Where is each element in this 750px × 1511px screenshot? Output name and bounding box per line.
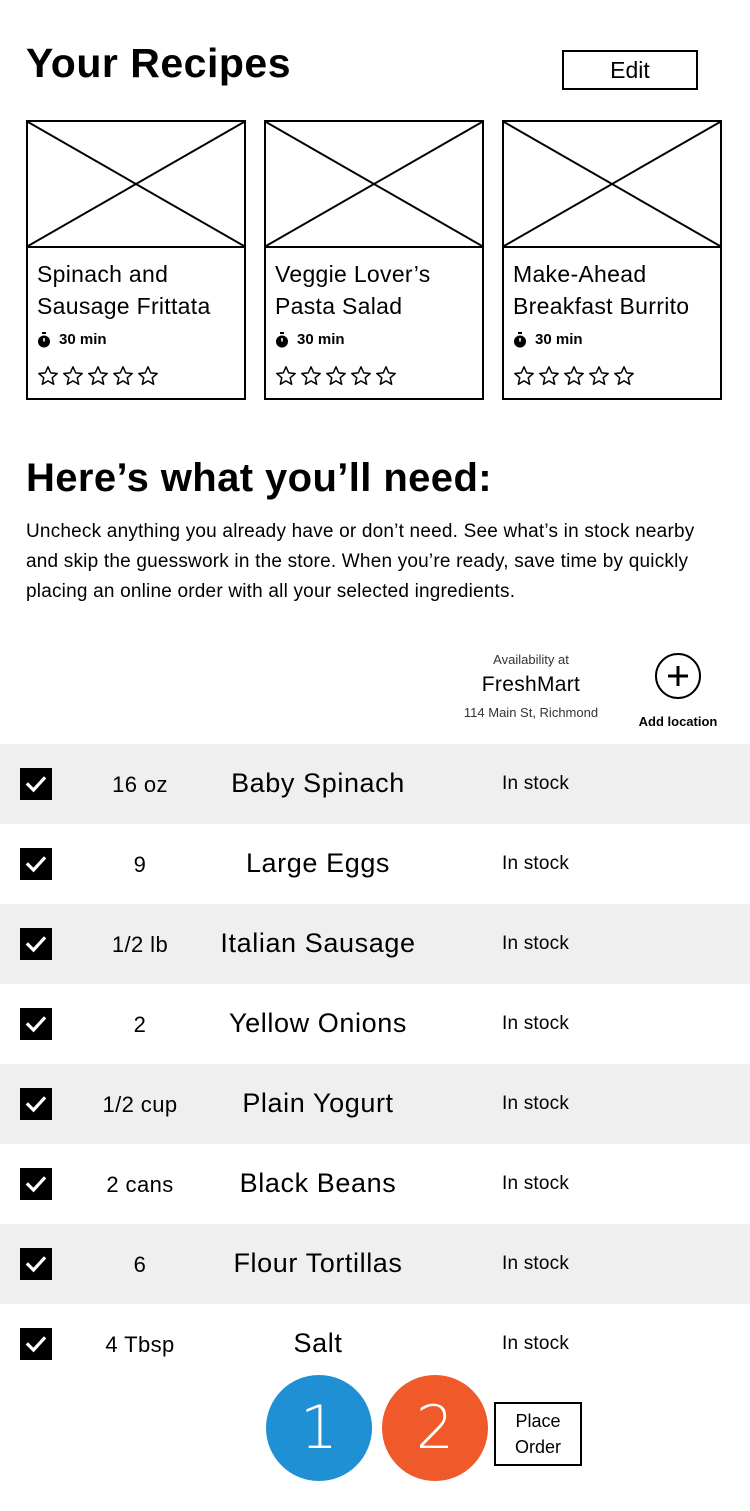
availability-label: Availability at	[493, 652, 569, 667]
recipe-time-label: 30 min	[297, 331, 345, 348]
recipe-name: Spinach and Sausage Frittata	[37, 261, 211, 319]
recipe-count-badge-2[interactable]: 2	[382, 1375, 488, 1481]
recipe-name: Veggie Lover’s Pasta Salad	[275, 261, 431, 319]
ingredient-quantity: 1/2 lb	[111, 932, 169, 957]
recipe-time-label: 30 min	[535, 331, 583, 348]
ingredient-quantity: 9	[133, 852, 147, 877]
recipe-time: 30 min	[513, 331, 583, 348]
stock-status: In stock	[502, 1253, 570, 1274]
star-outline-icon[interactable]	[588, 365, 610, 387]
add-location-label[interactable]: Add location	[630, 714, 726, 729]
ingredient-checkbox[interactable]	[20, 1248, 52, 1280]
checkmark-icon	[25, 1096, 47, 1113]
star-outline-icon[interactable]	[375, 365, 397, 387]
star-outline-icon[interactable]	[513, 365, 535, 387]
star-outline-icon[interactable]	[325, 365, 347, 387]
stopwatch-icon	[38, 331, 50, 347]
stock-status: In stock	[502, 773, 570, 794]
star-outline-icon[interactable]	[300, 365, 322, 387]
star-outline-icon[interactable]	[37, 365, 59, 387]
place-order-button[interactable]: Place Order	[494, 1402, 582, 1466]
recipe-name: Make-Ahead Breakfast Burrito	[513, 261, 690, 319]
ingredient-name: Large Eggs	[245, 848, 391, 878]
ingredient-checkbox[interactable]	[20, 768, 52, 800]
ingredient-row: 2 Yellow Onions In stock	[0, 984, 750, 1064]
ingredient-name: Baby Spinach	[231, 768, 405, 798]
ingredient-row: 1/2 lb Italian Sausage In stock	[0, 904, 750, 984]
edit-button[interactable]: Edit	[562, 50, 698, 90]
ingredient-name: Flour Tortillas	[233, 1248, 403, 1278]
recipe-card[interactable]: Veggie Lover’s Pasta Salad 30 min	[264, 120, 484, 400]
star-outline-icon[interactable]	[563, 365, 585, 387]
ingredient-list: 16 oz Baby Spinach In stock 9 Large Eggs In s…	[0, 744, 750, 1384]
recipe-card[interactable]: Make-Ahead Breakfast Burrito 30 min	[502, 120, 722, 400]
recipe-time: 30 min	[275, 331, 345, 348]
page-title: Your Recipes	[26, 40, 291, 86]
star-outline-icon[interactable]	[275, 365, 297, 387]
store-address: 114 Main St, Richmond	[463, 705, 599, 720]
recipe-time: 30 min	[37, 331, 107, 348]
stock-status: In stock	[502, 1333, 570, 1354]
ingredient-checkbox[interactable]	[20, 928, 52, 960]
ingredient-row: 16 oz Baby Spinach In stock	[0, 744, 750, 824]
checkmark-icon	[25, 1336, 47, 1353]
stock-status: In stock	[502, 933, 570, 954]
star-rating[interactable]	[37, 365, 162, 387]
ingredient-name: Plain Yogurt	[242, 1088, 394, 1118]
recipe-card[interactable]: Spinach and Sausage Frittata 30 min	[26, 120, 246, 400]
star-rating[interactable]	[513, 365, 638, 387]
ingredient-checkbox[interactable]	[20, 848, 52, 880]
ingredient-checkbox[interactable]	[20, 1088, 52, 1120]
checkmark-icon	[25, 936, 47, 953]
ingredient-row: 9 Large Eggs In stock	[0, 824, 750, 904]
ingredient-quantity: 2 cans	[106, 1172, 174, 1197]
recipe-time-label: 30 min	[59, 331, 107, 348]
star-outline-icon[interactable]	[538, 365, 560, 387]
checkmark-icon	[25, 1016, 47, 1033]
image-placeholder-icon	[28, 122, 244, 248]
ingredient-name: Black Beans	[239, 1168, 397, 1198]
section-title: Here’s what you’ll need:	[26, 456, 493, 500]
stock-status: In stock	[502, 1173, 570, 1194]
ingredient-quantity: 4 Tbsp	[105, 1332, 175, 1357]
stock-status: In stock	[502, 1013, 570, 1034]
instructions-text: Uncheck anything you already have or don…	[26, 521, 695, 602]
ingredient-quantity: 1/2 cup	[102, 1092, 178, 1117]
ingredient-row: 6 Flour Tortillas In stock	[0, 1224, 750, 1304]
star-outline-icon[interactable]	[350, 365, 372, 387]
image-placeholder-icon	[266, 122, 482, 248]
image-placeholder-icon	[504, 122, 720, 248]
ingredient-row: 4 Tbsp Salt In stock	[0, 1304, 750, 1384]
store-availability: Availability at FreshMart 114 Main St, R…	[445, 652, 617, 720]
ingredient-quantity: 2	[133, 1012, 147, 1037]
stopwatch-icon	[276, 331, 288, 347]
ingredient-checkbox[interactable]	[20, 1008, 52, 1040]
ingredient-quantity: 6	[133, 1252, 147, 1277]
stock-status: In stock	[502, 853, 570, 874]
ingredient-name: Yellow Onions	[229, 1008, 407, 1038]
ingredient-name: Salt	[293, 1328, 343, 1358]
ingredient-checkbox[interactable]	[20, 1328, 52, 1360]
stock-status: In stock	[502, 1093, 570, 1114]
checkmark-icon	[25, 1176, 47, 1193]
star-outline-icon[interactable]	[62, 365, 84, 387]
ingredient-name: Italian Sausage	[220, 928, 416, 958]
checkmark-icon	[25, 776, 47, 793]
star-outline-icon[interactable]	[112, 365, 134, 387]
star-outline-icon[interactable]	[613, 365, 635, 387]
recipe-count-badge-1[interactable]: 1	[266, 1375, 372, 1481]
star-rating[interactable]	[275, 365, 400, 387]
store-name: FreshMart	[481, 673, 581, 696]
ingredient-checkbox[interactable]	[20, 1168, 52, 1200]
star-outline-icon[interactable]	[137, 365, 159, 387]
checkmark-icon	[25, 856, 47, 873]
add-location-button[interactable]: Add location	[630, 652, 726, 729]
plus-circle-icon[interactable]	[654, 652, 702, 700]
ingredient-row: 1/2 cup Plain Yogurt In stock	[0, 1064, 750, 1144]
ingredient-quantity: 16 oz	[112, 772, 168, 797]
stopwatch-icon	[514, 331, 526, 347]
star-outline-icon[interactable]	[87, 365, 109, 387]
ingredient-row: 2 cans Black Beans In stock	[0, 1144, 750, 1224]
checkmark-icon	[25, 1256, 47, 1273]
